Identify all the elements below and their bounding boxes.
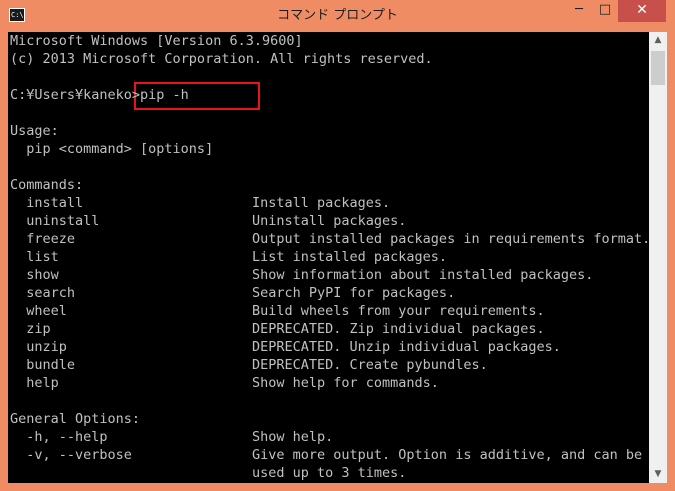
command-row-description: DEPRECATED. Zip individual packages.: [252, 321, 545, 337]
option-row-name: -v, --verbose: [10, 447, 132, 463]
command-row-description: Output installed packages in requirement…: [252, 231, 649, 247]
command-row: uninstall Uninstall packages.: [10, 212, 646, 230]
scrollbar-thumb[interactable]: [651, 51, 665, 85]
option-row-name: -h, --help: [10, 429, 108, 445]
command-row-name: wheel: [10, 303, 67, 319]
command-row: bundle DEPRECATED. Create pybundles.: [10, 356, 646, 374]
console-line: Usage:: [10, 123, 59, 139]
command-row-name: list: [10, 249, 59, 265]
command-row: help Show help for commands.: [10, 374, 646, 392]
command-row-name: zip: [10, 321, 51, 337]
command-row: install Install packages.: [10, 194, 646, 212]
command-row-description: Install packages.: [252, 195, 391, 211]
general-options-header: General Options:: [10, 411, 141, 427]
command-row-name: install: [10, 195, 84, 211]
scroll-up-arrow[interactable]: ▲: [649, 32, 667, 49]
command-row: list List installed packages.: [10, 248, 646, 266]
command-row: search Search PyPI for packages.: [10, 284, 646, 302]
option-row: -v, --verbose Give more output. Option is…: [10, 446, 646, 464]
command-row-description: Show information about installed package…: [252, 267, 594, 283]
command-row: zip DEPRECATED. Zip individual packages.: [10, 320, 646, 338]
command-row-description: Show help for commands.: [252, 375, 439, 391]
option-row-description: Give more output. Option is additive, an…: [252, 447, 643, 463]
scroll-down-arrow[interactable]: ▼: [649, 466, 667, 483]
command-prompt-window: C:\ コマンド プロンプト ─ □ ✕ Microsoft Windows […: [0, 0, 675, 491]
console-line: C:¥Users¥kaneko>pip -h: [10, 87, 189, 103]
command-row: freeze Output installed packages in requi…: [10, 230, 649, 248]
command-row-description: DEPRECATED. Unzip individual packages.: [252, 339, 561, 355]
title-bar[interactable]: C:\ コマンド プロンプト ─ □ ✕: [0, 0, 675, 32]
option-row-description: Show help.: [252, 429, 334, 445]
command-row: wheel Build wheels from your requirements…: [10, 302, 646, 320]
command-row-name: search: [10, 285, 76, 301]
command-row-description: Build wheels from your requirements.: [252, 303, 545, 319]
console-line: Microsoft Windows [Version 6.3.9600]: [10, 33, 303, 49]
command-row-description: DEPRECATED. Create pybundles.: [252, 357, 488, 373]
console-output-area[interactable]: Microsoft Windows [Version 6.3.9600] (c) …: [8, 32, 649, 483]
maximize-button[interactable]: □: [592, 0, 618, 22]
command-row-name: bundle: [10, 357, 76, 373]
command-row-name: uninstall: [10, 213, 100, 229]
command-row: unzip DEPRECATED. Unzip individual packag…: [10, 338, 646, 356]
close-button[interactable]: ✕: [618, 0, 666, 22]
command-row-name: freeze: [10, 231, 76, 247]
option-row: used up to 3 times.: [10, 464, 646, 482]
command-row: show Show information about installed pac…: [10, 266, 646, 284]
console-line: Commands:: [10, 177, 84, 193]
command-row-description: Uninstall packages.: [252, 213, 407, 229]
minimize-button[interactable]: ─: [566, 0, 592, 22]
console-line: (c) 2013 Microsoft Corporation. All righ…: [10, 51, 433, 67]
option-row: -h, --help Show help.: [10, 428, 646, 446]
vertical-scrollbar[interactable]: ▲ ▼: [649, 32, 667, 483]
command-row-name: help: [10, 375, 59, 391]
console-line: pip <command> [options]: [10, 141, 214, 157]
command-row-description: List installed packages.: [252, 249, 448, 265]
command-row-name: show: [10, 267, 59, 283]
option-row-description: used up to 3 times.: [252, 465, 407, 481]
command-row-description: Search PyPI for packages.: [252, 285, 456, 301]
command-row-name: unzip: [10, 339, 67, 355]
